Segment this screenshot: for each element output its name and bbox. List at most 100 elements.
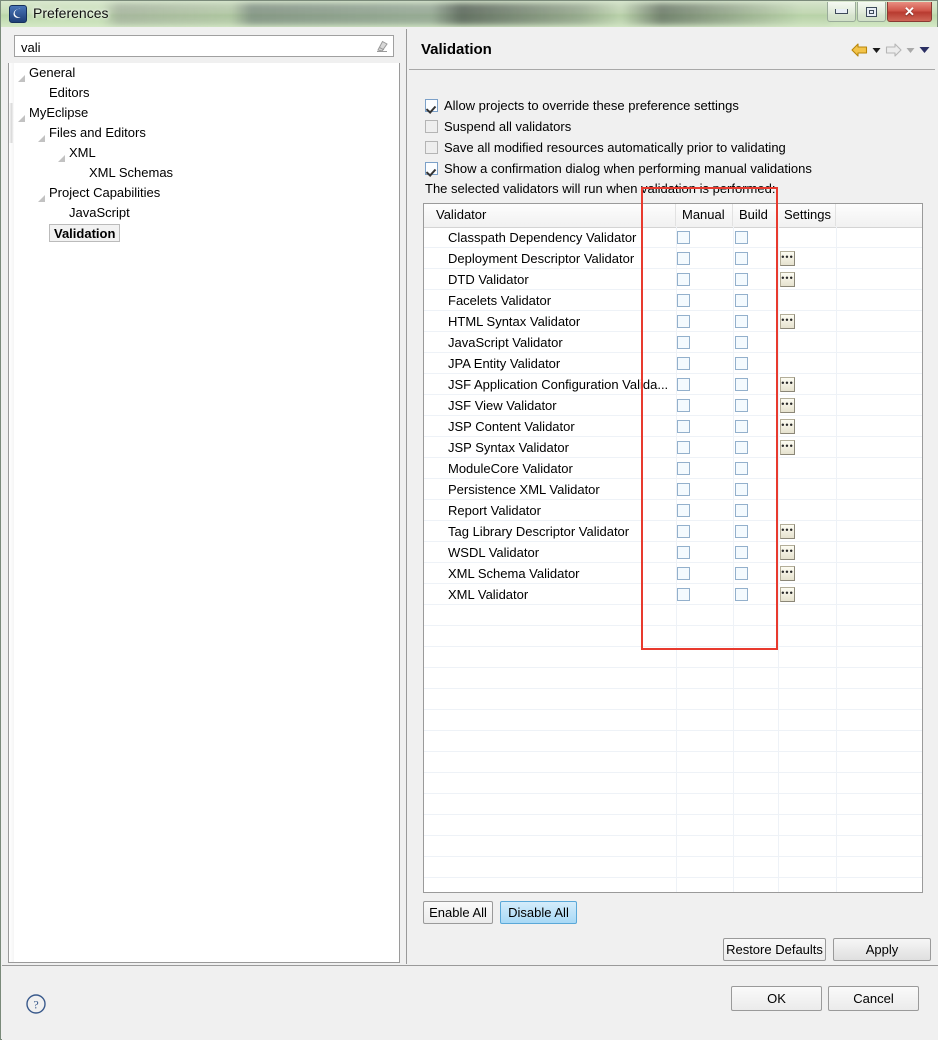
manual-checkbox[interactable] — [677, 294, 690, 307]
tree-expand-arrow-icon[interactable] — [17, 109, 26, 122]
build-checkbox[interactable] — [735, 378, 748, 391]
back-arrow-icon[interactable] — [851, 43, 868, 57]
manual-checkbox[interactable] — [677, 588, 690, 601]
tree-item-project-capabilities[interactable]: Project Capabilities — [17, 183, 397, 203]
settings-ellipsis-button[interactable]: ••• — [780, 377, 795, 392]
column-header-validator[interactable]: Validator — [428, 204, 676, 226]
enable-all-button[interactable]: Enable All — [423, 901, 493, 924]
manual-checkbox[interactable] — [677, 525, 690, 538]
validators-table[interactable]: Validator Manual Build Settings Classpath D… — [423, 203, 923, 893]
manual-checkbox[interactable] — [677, 252, 690, 265]
restore-defaults-button[interactable]: Restore Defaults — [723, 938, 826, 961]
table-row[interactable]: Tag Library Descriptor Validator ••• — [424, 521, 922, 542]
checked-checkbox-icon[interactable] — [425, 99, 438, 112]
settings-ellipsis-button[interactable]: ••• — [780, 587, 795, 602]
manual-checkbox[interactable] — [677, 483, 690, 496]
ok-button[interactable]: OK — [731, 986, 822, 1011]
column-header-build[interactable]: Build — [733, 204, 778, 226]
tree-item-files-and-editors[interactable]: Files and Editors — [17, 123, 397, 143]
manual-checkbox[interactable] — [677, 231, 690, 244]
unchecked-checkbox-icon[interactable] — [425, 141, 438, 154]
search-input[interactable] — [19, 37, 363, 57]
tree-item-myeclipse[interactable]: MyEclipse — [17, 103, 397, 123]
table-row[interactable]: Deployment Descriptor Validator ••• — [424, 248, 922, 269]
table-row[interactable]: XML Validator ••• — [424, 584, 922, 605]
tree-expand-arrow-icon[interactable] — [17, 69, 26, 82]
tree-expand-arrow-icon[interactable] — [37, 129, 46, 142]
table-row[interactable]: WSDL Validator ••• — [424, 542, 922, 563]
disable-all-button[interactable]: Disable All — [500, 901, 577, 924]
restore-button[interactable] — [857, 2, 886, 22]
validation-option-row[interactable]: Save all modified resources automaticall… — [425, 137, 925, 158]
minimize-button[interactable] — [827, 2, 856, 22]
table-row[interactable]: JSF View Validator ••• — [424, 395, 922, 416]
manual-checkbox[interactable] — [677, 462, 690, 475]
manual-checkbox[interactable] — [677, 315, 690, 328]
table-row[interactable]: DTD Validator ••• — [424, 269, 922, 290]
checked-checkbox-icon[interactable] — [425, 162, 438, 175]
settings-ellipsis-button[interactable]: ••• — [780, 440, 795, 455]
table-row[interactable]: Facelets Validator — [424, 290, 922, 311]
help-question-icon[interactable]: ? — [25, 993, 47, 1015]
table-row[interactable]: JSF Application Configuration Valida... •… — [424, 374, 922, 395]
table-row[interactable]: HTML Syntax Validator ••• — [424, 311, 922, 332]
build-checkbox[interactable] — [735, 231, 748, 244]
filter-search-box[interactable] — [14, 35, 394, 57]
build-checkbox[interactable] — [735, 588, 748, 601]
cancel-button[interactable]: Cancel — [828, 986, 919, 1011]
build-checkbox[interactable] — [735, 504, 748, 517]
manual-checkbox[interactable] — [677, 399, 690, 412]
tree-scrollbar-thumb[interactable] — [9, 103, 14, 143]
close-button[interactable]: ✕ — [887, 2, 932, 22]
settings-ellipsis-button[interactable]: ••• — [780, 251, 795, 266]
build-checkbox[interactable] — [735, 546, 748, 559]
preference-tree-panel[interactable]: General Editors MyEclipse Files and Editors… — [8, 63, 400, 963]
settings-ellipsis-button[interactable]: ••• — [780, 566, 795, 581]
settings-ellipsis-button[interactable]: ••• — [780, 314, 795, 329]
build-checkbox[interactable] — [735, 567, 748, 580]
validation-option-row[interactable]: Suspend all validators — [425, 116, 925, 137]
manual-checkbox[interactable] — [677, 357, 690, 370]
build-checkbox[interactable] — [735, 441, 748, 454]
table-row[interactable]: ModuleCore Validator — [424, 458, 922, 479]
column-header-manual[interactable]: Manual — [676, 204, 733, 226]
manual-checkbox[interactable] — [677, 273, 690, 286]
view-menu-chevron-down-icon[interactable] — [919, 46, 930, 54]
validation-option-row[interactable]: Show a confirmation dialog when performi… — [425, 158, 925, 179]
table-row[interactable]: JSP Syntax Validator ••• — [424, 437, 922, 458]
table-row[interactable]: Classpath Dependency Validator — [424, 227, 922, 248]
tree-expand-arrow-icon[interactable] — [57, 149, 66, 162]
settings-ellipsis-button[interactable]: ••• — [780, 545, 795, 560]
build-checkbox[interactable] — [735, 399, 748, 412]
table-row[interactable]: JSP Content Validator ••• — [424, 416, 922, 437]
manual-checkbox[interactable] — [677, 567, 690, 580]
settings-ellipsis-button[interactable]: ••• — [780, 398, 795, 413]
build-checkbox[interactable] — [735, 336, 748, 349]
tree-item-validation[interactable]: Validation — [17, 223, 397, 243]
tree-item-javascript[interactable]: JavaScript — [17, 203, 397, 223]
tree-item-general[interactable]: General — [17, 63, 397, 83]
validation-option-row[interactable]: Allow projects to override these prefere… — [425, 95, 925, 116]
manual-checkbox[interactable] — [677, 378, 690, 391]
manual-checkbox[interactable] — [677, 504, 690, 517]
clear-eraser-icon[interactable] — [375, 39, 389, 53]
build-checkbox[interactable] — [735, 294, 748, 307]
column-header-settings[interactable]: Settings — [778, 204, 836, 226]
table-row[interactable]: JPA Entity Validator — [424, 353, 922, 374]
apply-button[interactable]: Apply — [833, 938, 931, 961]
table-row[interactable]: Report Validator — [424, 500, 922, 521]
manual-checkbox[interactable] — [677, 546, 690, 559]
tree-item-xml[interactable]: XML — [17, 143, 397, 163]
tree-expand-arrow-icon[interactable] — [37, 189, 46, 202]
build-checkbox[interactable] — [735, 357, 748, 370]
settings-ellipsis-button[interactable]: ••• — [780, 419, 795, 434]
back-menu-chevron-down-icon[interactable] — [872, 47, 881, 54]
build-checkbox[interactable] — [735, 483, 748, 496]
unchecked-checkbox-icon[interactable] — [425, 120, 438, 133]
manual-checkbox[interactable] — [677, 336, 690, 349]
table-row[interactable]: XML Schema Validator ••• — [424, 563, 922, 584]
build-checkbox[interactable] — [735, 315, 748, 328]
build-checkbox[interactable] — [735, 273, 748, 286]
build-checkbox[interactable] — [735, 252, 748, 265]
build-checkbox[interactable] — [735, 420, 748, 433]
